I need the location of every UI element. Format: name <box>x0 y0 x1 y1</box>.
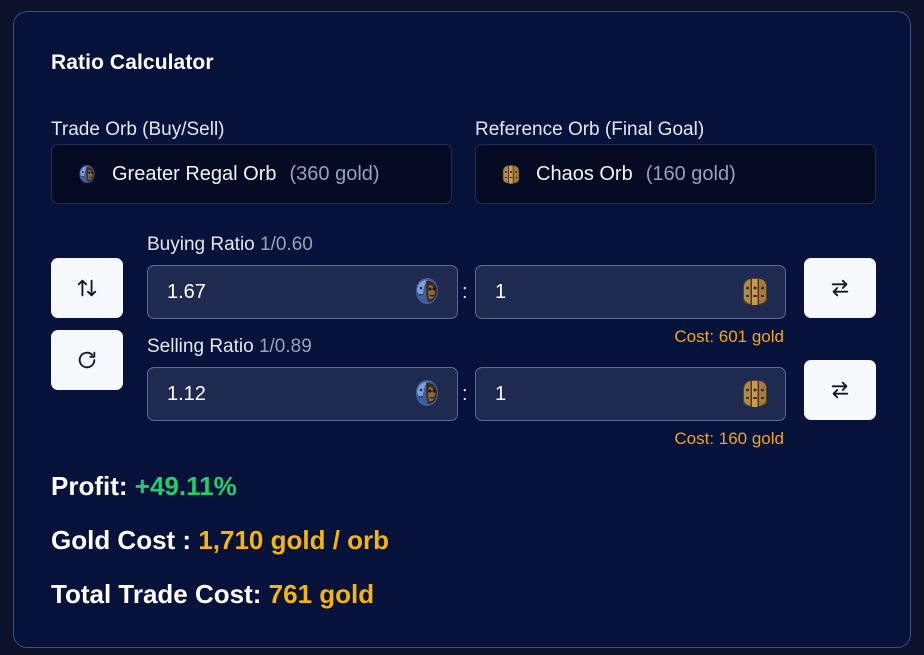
reset-button[interactable] <box>51 330 123 390</box>
gold-cost-summary: Gold Cost : 1,710 gold / orb <box>51 525 389 556</box>
ratio-calculator-panel: Ratio Calculator Trade Orb (Buy/Sell) Gr… <box>13 11 911 648</box>
reference-orb-selector[interactable]: Chaos Orb (160 gold) <box>475 144 876 204</box>
swap-horizontal-icon <box>831 279 849 297</box>
selling-ratio-title: Selling Ratio <box>147 336 254 357</box>
chaos-orb-icon <box>739 377 771 409</box>
selling-trade-amount-input[interactable]: 1.12 <box>147 367 458 421</box>
total-trade-cost-summary: Total Trade Cost: 761 gold <box>51 579 374 610</box>
total-trade-cost-value: 761 gold <box>268 579 375 609</box>
selling-trade-amount-value: 1.12 <box>167 382 206 405</box>
swap-orbs-button[interactable] <box>51 258 123 318</box>
ratio-separator: : <box>462 281 468 303</box>
buying-reference-amount-input[interactable]: 1 <box>475 265 786 319</box>
total-trade-cost-label: Total Trade Cost: <box>51 579 262 609</box>
buying-ratio-title: Buying Ratio <box>147 234 255 255</box>
chaos-orb-icon <box>500 163 522 185</box>
profit-summary: Profit: +49.11% <box>51 471 237 502</box>
profit-label: Profit: <box>51 471 128 501</box>
reference-orb-name: Chaos Orb <box>536 162 633 185</box>
selling-reference-amount-input[interactable]: 1 <box>475 367 786 421</box>
buying-trade-amount-value: 1.67 <box>167 280 206 303</box>
greater-regal-orb-icon <box>76 163 98 185</box>
greater-regal-orb-icon <box>411 275 443 307</box>
reference-orb-gold: (160 gold) <box>645 162 736 185</box>
selling-cost: Cost: 160 gold <box>674 429 784 448</box>
chaos-orb-icon <box>739 275 771 307</box>
selling-ratio-label: Selling Ratio 1/0.89 <box>147 336 312 358</box>
trade-orb-selector[interactable]: Greater Regal Orb (360 gold) <box>51 144 452 204</box>
profit-value: +49.11% <box>134 471 237 501</box>
invert-buying-ratio-button[interactable] <box>804 258 876 318</box>
gold-cost-label: Gold Cost : <box>51 525 192 555</box>
buying-ratio-label: Buying Ratio 1/0.60 <box>147 234 313 256</box>
refresh-icon <box>78 351 96 369</box>
trade-orb-gold: (360 gold) <box>289 162 380 185</box>
reference-orb-label: Reference Orb (Final Goal) <box>475 119 705 140</box>
buying-ratio-sub: 1/0.60 <box>260 234 313 255</box>
selling-ratio-sub: 1/0.89 <box>258 336 312 357</box>
buying-trade-amount-input[interactable]: 1.67 <box>147 265 458 319</box>
invert-selling-ratio-button[interactable] <box>804 360 876 420</box>
swap-horizontal-icon <box>831 381 849 399</box>
selling-reference-amount-value: 1 <box>495 382 507 405</box>
trade-orb-name: Greater Regal Orb <box>112 162 277 185</box>
panel-title: Ratio Calculator <box>51 51 214 74</box>
gold-cost-value: 1,710 gold / orb <box>198 525 390 555</box>
trade-orb-label: Trade Orb (Buy/Sell) <box>51 119 225 140</box>
buying-reference-amount-value: 1 <box>495 280 507 303</box>
buying-cost: Cost: 601 gold <box>674 327 784 346</box>
greater-regal-orb-icon <box>411 377 443 409</box>
swap-vertical-icon <box>77 279 97 297</box>
ratio-separator: : <box>462 383 468 405</box>
